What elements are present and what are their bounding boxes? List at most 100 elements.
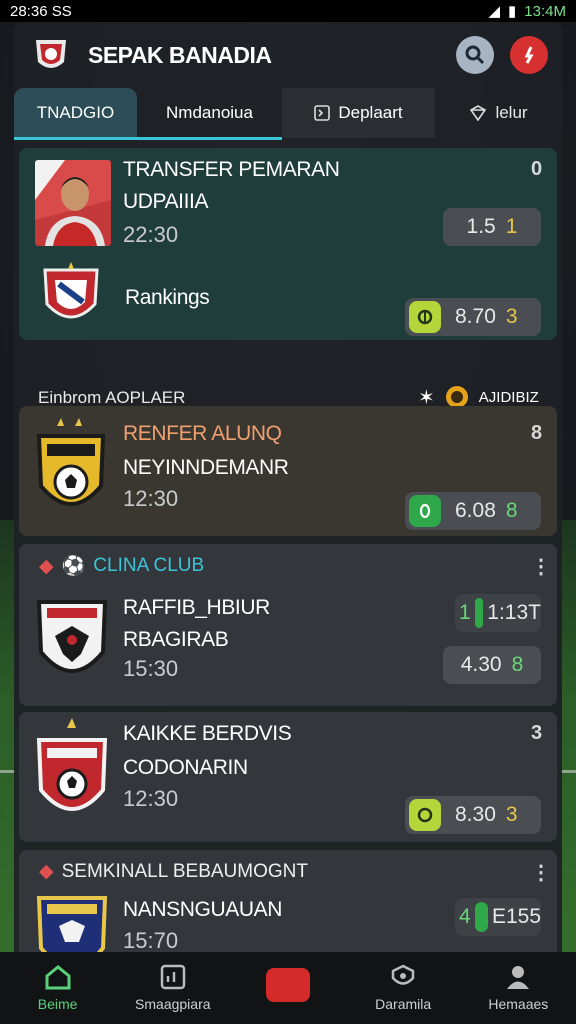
nav-center[interactable] (233, 968, 343, 1008)
club-label: SEMKINALL BEBAUMOGNT (61, 860, 308, 882)
app-header: SEPAK BANADIA (14, 22, 562, 88)
club-crest-icon (36, 600, 108, 673)
battery-icon: ▮ (508, 3, 517, 20)
tab-label: Deplaart (338, 103, 403, 122)
live-indicator-icon (474, 902, 488, 932)
nav-label: Beime (37, 996, 78, 1012)
status-clock: 13:4M (524, 2, 566, 20)
live-prefix: 1 (459, 601, 471, 624)
search-icon (465, 45, 485, 65)
odds-value: 6.08 (455, 499, 496, 522)
club-title: NANSNGUAUAN (123, 898, 282, 921)
document-icon (314, 105, 331, 121)
tab-nmdanoiua[interactable]: Nmdanoiua (137, 88, 282, 138)
more-options-icon[interactable]: ⋮ (531, 554, 551, 579)
app-window: SEPAK BANADIA TNADGIO Nmdanoiua Deplaart… (14, 22, 562, 952)
status-time: 28:36 SS (10, 2, 72, 20)
nav-home[interactable]: Beime (3, 964, 113, 1012)
match-card[interactable]: KAIKKE BERDVIS CODONARIN 12:30 3 8.30 3 (19, 712, 557, 842)
news-card[interactable]: TRANSFER PEMARAN UDPAIIIA 22:30 0 1.5 1 … (19, 148, 557, 340)
status-bar: 28:36 SS ◢ ▮ 13:4M (0, 0, 576, 22)
ranking-accent: 3 (505, 305, 518, 328)
live-indicator-icon (474, 598, 484, 628)
odds-pill[interactable]: 4.30 8 (443, 646, 541, 684)
club-header: ◆ SEMKINALL BEBAUMOGNT (39, 860, 308, 883)
odds-accent: 8 (505, 499, 518, 522)
nav-data[interactable]: Daramila (348, 964, 458, 1012)
match-title: KAIKKE BERDVIS (123, 722, 292, 745)
more-options-icon[interactable]: ⋮ (531, 860, 551, 885)
odds-icon (409, 301, 441, 333)
club-crest-icon (43, 262, 99, 319)
search-button[interactable] (456, 36, 494, 74)
rankings-label: Rankings (125, 286, 210, 309)
club-label: CLINA CLUB (93, 555, 205, 576)
section-link[interactable]: AJIDIBIZ (479, 389, 539, 406)
nav-label: Hemaaes (488, 996, 549, 1012)
match-title: RENFER ALUNQ (123, 422, 282, 445)
nav-label: Smaagpiara (135, 996, 211, 1012)
live-tv-icon (265, 968, 310, 1002)
club-title: RAFFIB_HBIUR (123, 596, 270, 619)
match-subtitle: NEYINNDEMANR (123, 456, 289, 479)
shield-icon (391, 964, 415, 985)
news-title: TRANSFER PEMARAN (123, 158, 340, 181)
tab-label: Nmdanoiua (166, 103, 253, 122)
nav-profile[interactable]: Hemaaes (463, 964, 573, 1012)
odds-accent: 3 (505, 803, 518, 826)
status-icons: ◢ ▮ 13:4M (488, 2, 566, 21)
odds-pill[interactable]: 6.08 8 (405, 492, 541, 530)
app-logo-icon (36, 40, 66, 68)
alert-icon (524, 46, 534, 64)
club-time: 15:30 (123, 656, 179, 681)
diamond-icon (470, 105, 487, 121)
club-time: 15:70 (123, 928, 179, 952)
ranking-value: 8.70 (455, 305, 496, 328)
tab-tnadgio[interactable]: TNADGIO (14, 88, 137, 138)
nav-label: Daramila (375, 996, 432, 1012)
card-counter: 3 (531, 722, 543, 744)
section-title: Einbrom AOPLAER (38, 388, 186, 407)
nav-schedule[interactable]: Smaagpiara (118, 964, 228, 1012)
score-value: 1.5 (466, 215, 496, 238)
player-photo (35, 160, 111, 246)
home-icon (45, 965, 71, 990)
card-counter: 0 (531, 158, 543, 180)
tab-label: TNADGIO (36, 103, 115, 122)
club-crest-icon (36, 896, 108, 952)
match-subtitle: CODONARIN (123, 756, 248, 779)
odds-icon (409, 495, 441, 527)
club-crest-icon (36, 418, 106, 506)
club-header: ◆ ⚽ CLINA CLUB (39, 554, 204, 578)
match-time: 12:30 (123, 786, 179, 811)
live-value: E155 (491, 905, 541, 928)
ranking-pill[interactable]: 8.70 3 (405, 298, 541, 336)
club-card[interactable]: ◆ ⚽ CLINA CLUB ⋮ RAFFIB_HBIUR RBAGIRAB 1… (19, 544, 557, 706)
tab-lelur[interactable]: lelur (435, 88, 562, 138)
club-badge-icon: ◆ (39, 861, 54, 882)
card-counter: 8 (531, 422, 543, 444)
odds-value: 8.30 (455, 803, 496, 826)
club-badge-icon: ⚽ (61, 556, 86, 577)
odds-accent: 8 (511, 653, 524, 676)
bottom-navigation: Beime Smaagpiara Daramila Hemaaes (0, 952, 576, 1024)
match-card[interactable]: RENFER ALUNQ NEYINNDEMANR 12:30 8 6.08 8 (19, 406, 557, 536)
score-accent: 1 (505, 215, 518, 238)
notification-button[interactable] (510, 36, 548, 74)
signal-icon: ◢ (488, 3, 501, 20)
live-pill[interactable]: 1 1:13T (455, 594, 541, 632)
chart-icon (160, 964, 186, 990)
odds-value: 4.30 (460, 653, 502, 676)
live-prefix: 4 (459, 905, 471, 928)
score-pill[interactable]: 1.5 1 (443, 208, 541, 246)
club-crest-icon (36, 718, 108, 811)
club-subtitle: RBAGIRAB (123, 628, 229, 651)
live-pill[interactable]: 4 E155 (455, 898, 541, 936)
odds-icon (409, 799, 441, 831)
club-card[interactable]: ◆ SEMKINALL BEBAUMOGNT ⋮ NANSNGUAUAN 15:… (19, 850, 557, 952)
odds-pill[interactable]: 8.30 3 (405, 796, 541, 834)
tab-deplaart[interactable]: Deplaart (282, 88, 435, 138)
app-title: SEPAK BANADIA (88, 41, 272, 68)
match-time: 12:30 (123, 486, 179, 511)
tab-bar: TNADGIO Nmdanoiua Deplaart lelur (14, 88, 562, 140)
